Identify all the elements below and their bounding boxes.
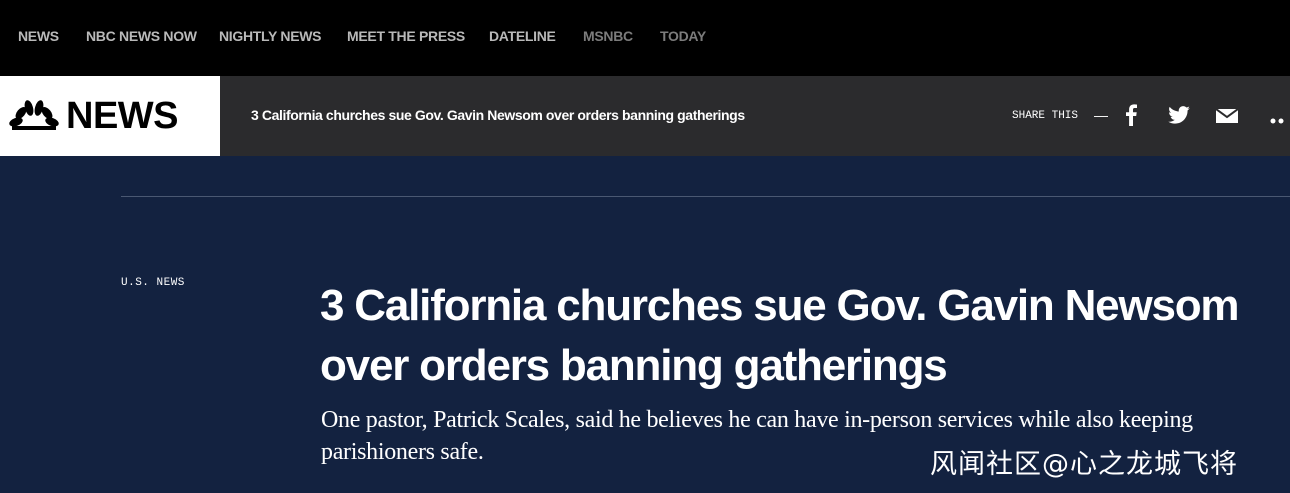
header-article-title: 3 California churches sue Gov. Gavin New…: [251, 107, 745, 123]
twitter-icon[interactable]: [1168, 106, 1190, 129]
top-nav-dateline[interactable]: DATELINE: [489, 28, 556, 44]
logo-text: NEWS: [66, 95, 179, 137]
section-label[interactable]: U.S. NEWS: [121, 277, 185, 289]
facebook-icon[interactable]: [1124, 104, 1138, 131]
top-nav-nightly-news[interactable]: NIGHTLY NEWS: [219, 28, 322, 44]
top-nav-nbc-news-now[interactable]: NBC NEWS NOW: [86, 28, 197, 44]
share-separator: —: [1094, 107, 1108, 123]
top-nav-meet-the-press[interactable]: MEET THE PRESS: [347, 28, 465, 44]
article-header-bar: NEWS 3 California churches sue Gov. Gavi…: [0, 76, 1290, 156]
divider: [121, 196, 1290, 197]
top-nav-msnbc[interactable]: MSNBC: [583, 28, 633, 44]
top-nav-today[interactable]: TODAY: [660, 28, 706, 44]
share-label: SHARE THIS: [1012, 110, 1079, 122]
nbc-news-logo[interactable]: NEWS: [0, 76, 220, 156]
more-icon[interactable]: [1270, 112, 1288, 130]
watermark: 风闻社区@心之龙城飞将: [930, 449, 1238, 480]
article-headline: 3 California churches sue Gov. Gavin New…: [320, 281, 1240, 390]
top-nav: NEWS NBC NEWS NOW NIGHTLY NEWS MEET THE …: [0, 0, 1290, 76]
email-icon[interactable]: [1215, 108, 1239, 128]
nbc-peacock-icon: [9, 100, 59, 130]
top-nav-news[interactable]: NEWS: [18, 28, 59, 44]
